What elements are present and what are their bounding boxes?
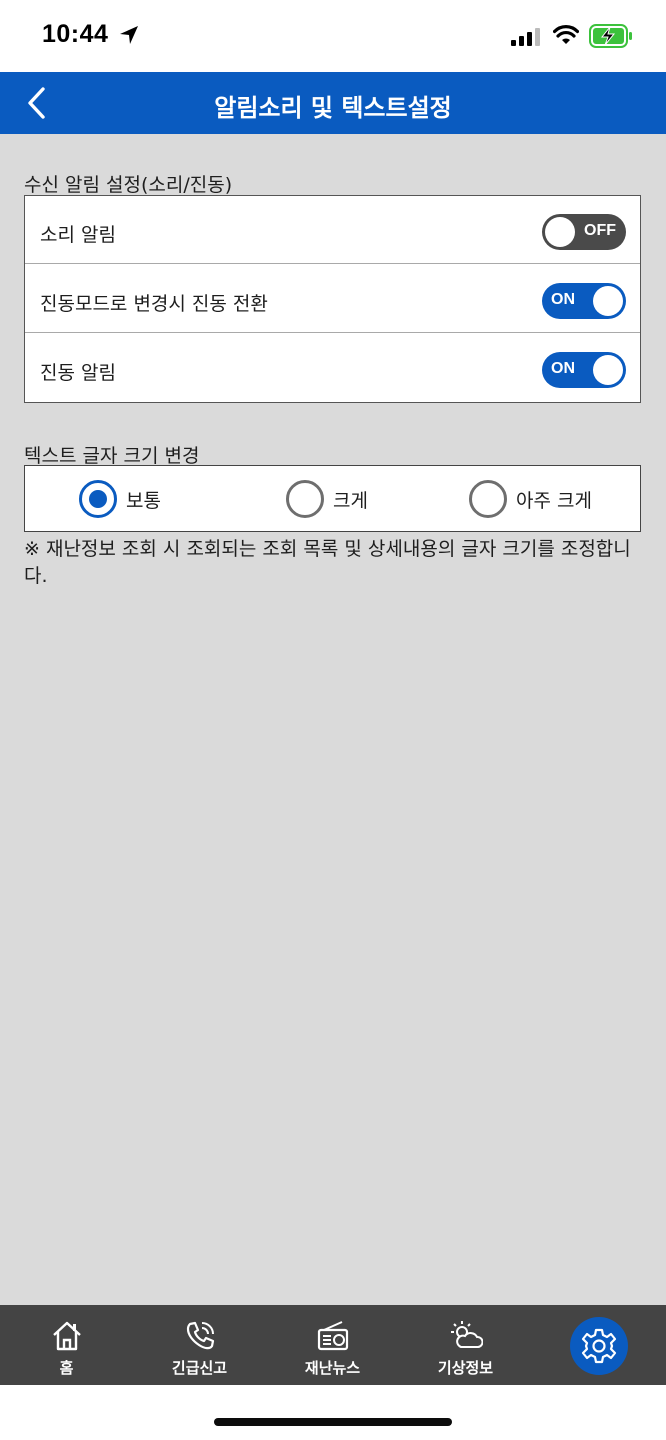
weather-icon — [450, 1321, 483, 1348]
vibrate-mode-switch-row: 진동모드로 변경시 진동 전환 ON — [25, 265, 640, 333]
sound-alert-row: 소리 알림 OFF — [25, 196, 640, 264]
row-label: 소리 알림 — [40, 224, 116, 246]
tab-emergency-report[interactable]: 긴급신고 — [133, 1305, 266, 1385]
tab-weather-info[interactable]: 기상정보 — [399, 1305, 532, 1385]
tab-label: 재난뉴스 — [304, 1359, 361, 1377]
tab-home[interactable]: 홈 — [0, 1305, 133, 1385]
wifi-icon — [553, 25, 579, 44]
text-size-label: 텍스트 글자 크기 변경 — [24, 445, 200, 467]
radio-checked-icon — [79, 480, 117, 518]
tab-label: 긴급신고 — [171, 1359, 228, 1377]
home-indicator[interactable] — [214, 1418, 452, 1426]
tab-settings[interactable] — [570, 1317, 628, 1375]
home-indicator-area — [0, 1385, 666, 1440]
radio-label: 아주 크게 — [516, 489, 592, 512]
radio-unchecked-icon — [286, 480, 324, 518]
home-icon — [52, 1321, 81, 1351]
vibrate-alert-toggle[interactable]: ON — [542, 352, 626, 388]
vibrate-alert-row: 진동 알림 ON — [25, 334, 640, 402]
text-size-panel: 보통 크게 아주 크게 — [24, 465, 641, 532]
tab-disaster-news[interactable]: 재난뉴스 — [266, 1305, 399, 1385]
status-time: 10:44 — [42, 20, 109, 48]
toggle-knob — [593, 355, 623, 385]
alert-settings-panel: 소리 알림 OFF 진동모드로 변경시 진동 전환 ON 진동 알림 ON — [24, 195, 641, 403]
text-size-normal-radio[interactable]: 보통 — [79, 480, 161, 518]
phone-call-icon — [186, 1321, 214, 1350]
tab-label: 홈 — [59, 1359, 74, 1377]
toggle-state-text: ON — [551, 291, 575, 308]
cell-signal-icon — [511, 28, 540, 46]
tab-label: 기상정보 — [437, 1359, 494, 1377]
radio-label: 보통 — [126, 489, 161, 512]
toggle-knob — [545, 217, 575, 247]
vibrate-mode-switch-toggle[interactable]: ON — [542, 283, 626, 319]
alert-settings-label: 수신 알림 설정(소리/진동) — [24, 174, 233, 196]
battery-charging-icon — [589, 24, 632, 48]
radio-icon — [317, 1321, 348, 1351]
text-size-large-radio[interactable]: 크게 — [286, 480, 368, 518]
location-arrow-icon — [120, 26, 138, 44]
text-size-note: ※ 재난정보 조회 시 조회되는 조회 목록 및 상세내용의 글자 크기를 조정… — [24, 538, 631, 587]
sound-alert-toggle[interactable]: OFF — [542, 214, 626, 250]
radio-label: 크게 — [333, 489, 368, 512]
row-label: 진동 알림 — [40, 362, 116, 384]
radio-unchecked-icon — [469, 480, 507, 518]
text-size-xlarge-radio[interactable]: 아주 크게 — [469, 480, 592, 518]
bottom-tab-bar: 홈 긴급신고 재난뉴스 기상정보 — [0, 1305, 666, 1385]
page-title: 알림소리 및 텍스트설정 — [214, 94, 452, 122]
row-label: 진동모드로 변경시 진동 전환 — [40, 293, 268, 315]
gear-icon — [581, 1328, 617, 1364]
toggle-state-text: OFF — [584, 222, 616, 239]
toggle-knob — [593, 286, 623, 316]
app-header: 알림소리 및 텍스트설정 — [0, 72, 666, 134]
toggle-state-text: ON — [551, 360, 575, 377]
status-bar: 10:44 — [0, 0, 666, 72]
